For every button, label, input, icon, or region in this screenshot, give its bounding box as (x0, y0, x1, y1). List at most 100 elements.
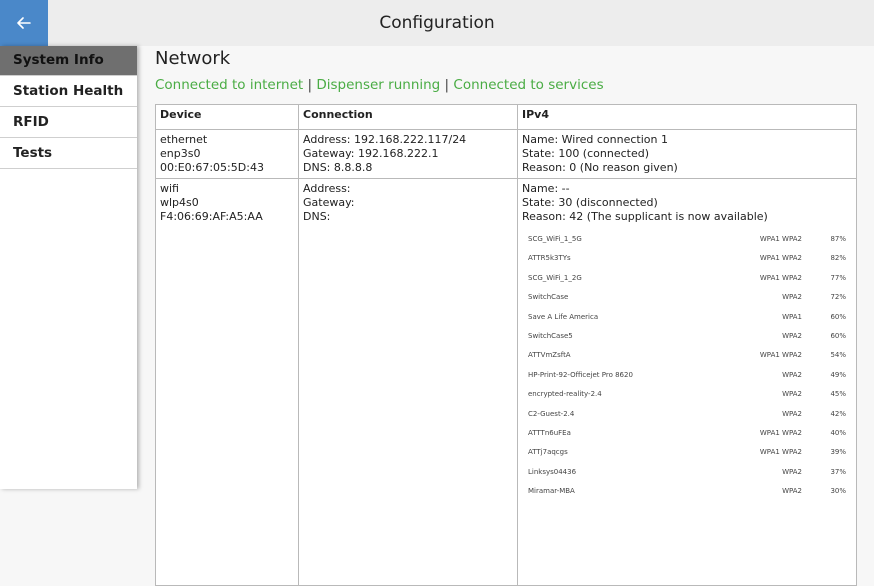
wifi-security: WPA1 WPA2 (759, 448, 802, 457)
wifi-network-item[interactable]: ATTj7aqcgs WPA1 WPA2 39% (522, 441, 852, 460)
wifi-network-item[interactable]: C2-Guest-2.4 WPA2 42% (522, 403, 852, 422)
connection-cell: Address: 192.168.222.117/24 Gateway: 192… (298, 129, 518, 179)
network-table: Device Connection IPv4 ethernet enp3s0 0… (155, 104, 857, 586)
wifi-security: WPA1 WPA2 (759, 351, 802, 360)
wifi-signal: 30% (830, 487, 846, 496)
wifi-ssid: ATTVmZsftA (528, 351, 571, 360)
table-header-row: Device Connection IPv4 (155, 104, 857, 130)
ipv4-name: Name: Wired connection 1 (522, 133, 668, 146)
device-mac: F4:06:69:AF:A5:AA (160, 210, 263, 223)
wifi-signal: 39% (830, 448, 846, 457)
table-row-ethernet: ethernet enp3s0 00:E0:67:05:5D:43 Addres… (155, 129, 857, 179)
wifi-signal: 42% (830, 409, 846, 418)
wifi-security: WPA2 (782, 331, 802, 340)
sidebar-item-tests[interactable]: Tests (0, 139, 137, 169)
wifi-network-item[interactable]: ATTVmZsftA WPA1 WPA2 54% (522, 344, 852, 363)
ipv4-reason: Reason: 42 (The supplicant is now availa… (522, 210, 768, 223)
wifi-ssid: Save A Life America (528, 312, 599, 321)
wifi-signal: 45% (830, 390, 846, 399)
wifi-ssid: ATTj7aqcgs (528, 448, 568, 457)
connection-dns: DNS: (303, 210, 331, 223)
wifi-signal: 37% (830, 467, 846, 476)
wifi-security: WPA2 (782, 487, 802, 496)
ipv4-reason: Reason: 0 (No reason given) (522, 161, 678, 174)
column-header-device: Device (155, 104, 299, 130)
wifi-signal: 49% (830, 370, 846, 379)
status-separator: | (303, 77, 317, 93)
wifi-network-item[interactable]: SCG_WiFi_1_2G WPA1 WPA2 77% (522, 267, 852, 286)
wifi-ssid: Linksys04436 (528, 467, 577, 476)
wifi-ssid: SwitchCase5 (528, 331, 573, 340)
wifi-ssid: SwitchCase (528, 293, 569, 302)
sidebar-item-station-health[interactable]: Station Health (0, 77, 137, 107)
wifi-ssid: ATTTn6uFEa (528, 428, 571, 437)
wifi-security: WPA2 (782, 409, 802, 418)
wifi-signal: 40% (830, 428, 846, 437)
wifi-security: WPA1 (782, 312, 802, 321)
column-header-connection: Connection (298, 104, 518, 130)
wifi-ssid: encrypted-reality-2.4 (528, 390, 602, 399)
wifi-network-item[interactable]: Save A Life America WPA1 60% (522, 306, 852, 325)
device-cell: wifi wlp4s0 F4:06:69:AF:A5:AA (155, 178, 299, 586)
wifi-ssid: SCG_WiFi_1_5G (528, 235, 582, 243)
ipv4-name: Name: -- (522, 182, 570, 195)
back-button[interactable] (0, 0, 48, 46)
wifi-network-item[interactable]: Linksys04436 WPA2 37% (522, 461, 852, 480)
wifi-security: WPA2 (782, 390, 802, 399)
device-interface: wlp4s0 (160, 196, 199, 209)
internet-status: Connected to internet (155, 77, 304, 93)
sidebar-item-system-info[interactable]: System Info (0, 46, 137, 76)
wifi-security: WPA2 (782, 467, 802, 476)
wifi-network-list: SCG_WiFi_1_5G WPA1 WPA2 87% ATTR5k3TYs WPA1… (522, 228, 852, 499)
wifi-signal: 60% (830, 331, 846, 340)
connection-address: Address: (303, 182, 351, 195)
ipv4-cell: Name: Wired connection 1 State: 100 (con… (517, 129, 857, 179)
wifi-ssid: ATTR5k3TYs (528, 254, 571, 263)
connection-gateway: Gateway: (303, 196, 355, 209)
wifi-ssid: SCG_WiFi_1_2G (528, 273, 582, 282)
wifi-network-item[interactable]: SwitchCase5 WPA2 60% (522, 325, 852, 344)
wifi-ssid: Miramar-MBA (528, 487, 575, 496)
wifi-security: WPA1 WPA2 (759, 273, 802, 282)
wifi-signal: 60% (830, 312, 846, 321)
table-row-wifi: wifi wlp4s0 F4:06:69:AF:A5:AA Address: G… (155, 178, 857, 586)
status-line: Connected to internet | Dispenser runnin… (155, 77, 604, 93)
device-cell: ethernet enp3s0 00:E0:67:05:5D:43 (155, 129, 299, 179)
wifi-signal: 77% (830, 273, 846, 282)
ipv4-cell: Name: -- State: 30 (disconnected) Reason… (517, 178, 857, 586)
wifi-signal: 54% (830, 351, 846, 360)
dispenser-status: Dispenser running (316, 77, 441, 93)
wifi-signal: 82% (830, 254, 846, 263)
wifi-network-item[interactable]: SwitchCase WPA2 72% (522, 286, 852, 305)
device-type: ethernet (160, 133, 208, 146)
wifi-network-item[interactable]: Miramar-MBA WPA2 30% (522, 480, 852, 499)
connection-dns: DNS: 8.8.8.8 (303, 161, 373, 174)
connection-gateway: Gateway: 192.168.222.1 (303, 147, 439, 160)
section-title: Network (155, 48, 231, 69)
sidebar: System Info Station Health RFID Tests (0, 46, 137, 489)
wifi-network-item[interactable]: SCG_WiFi_1_5G WPA1 WPA2 87% (522, 228, 852, 247)
wifi-network-item[interactable]: ATTTn6uFEa WPA1 WPA2 40% (522, 422, 852, 441)
arrow-left-icon (17, 17, 31, 29)
wifi-security: WPA2 (782, 370, 802, 379)
connection-cell: Address: Gateway: DNS: (298, 178, 518, 586)
page-title: Configuration (379, 13, 495, 33)
device-interface: enp3s0 (160, 147, 201, 160)
wifi-security: WPA1 WPA2 (759, 235, 802, 243)
wifi-ssid: C2-Guest-2.4 (528, 409, 575, 418)
top-bar: Configuration (0, 0, 874, 46)
wifi-network-item[interactable]: encrypted-reality-2.4 WPA2 45% (522, 383, 852, 402)
services-status: Connected to services (453, 77, 604, 93)
device-type: wifi (160, 182, 179, 195)
wifi-network-item[interactable]: ATTR5k3TYs WPA1 WPA2 82% (522, 247, 852, 266)
ipv4-state: State: 100 (connected) (522, 147, 649, 160)
wifi-security: WPA1 WPA2 (759, 428, 802, 437)
wifi-network-item[interactable]: HP-Print-92-Officejet Pro 8620 WPA2 49% (522, 364, 852, 383)
column-header-ipv4: IPv4 (517, 104, 857, 130)
wifi-signal: 72% (830, 293, 846, 302)
sidebar-item-rfid[interactable]: RFID (0, 108, 137, 138)
wifi-signal: 87% (830, 235, 846, 243)
device-mac: 00:E0:67:05:5D:43 (160, 161, 264, 174)
wifi-ssid: HP-Print-92-Officejet Pro 8620 (528, 370, 633, 379)
wifi-security: WPA1 WPA2 (759, 254, 802, 263)
